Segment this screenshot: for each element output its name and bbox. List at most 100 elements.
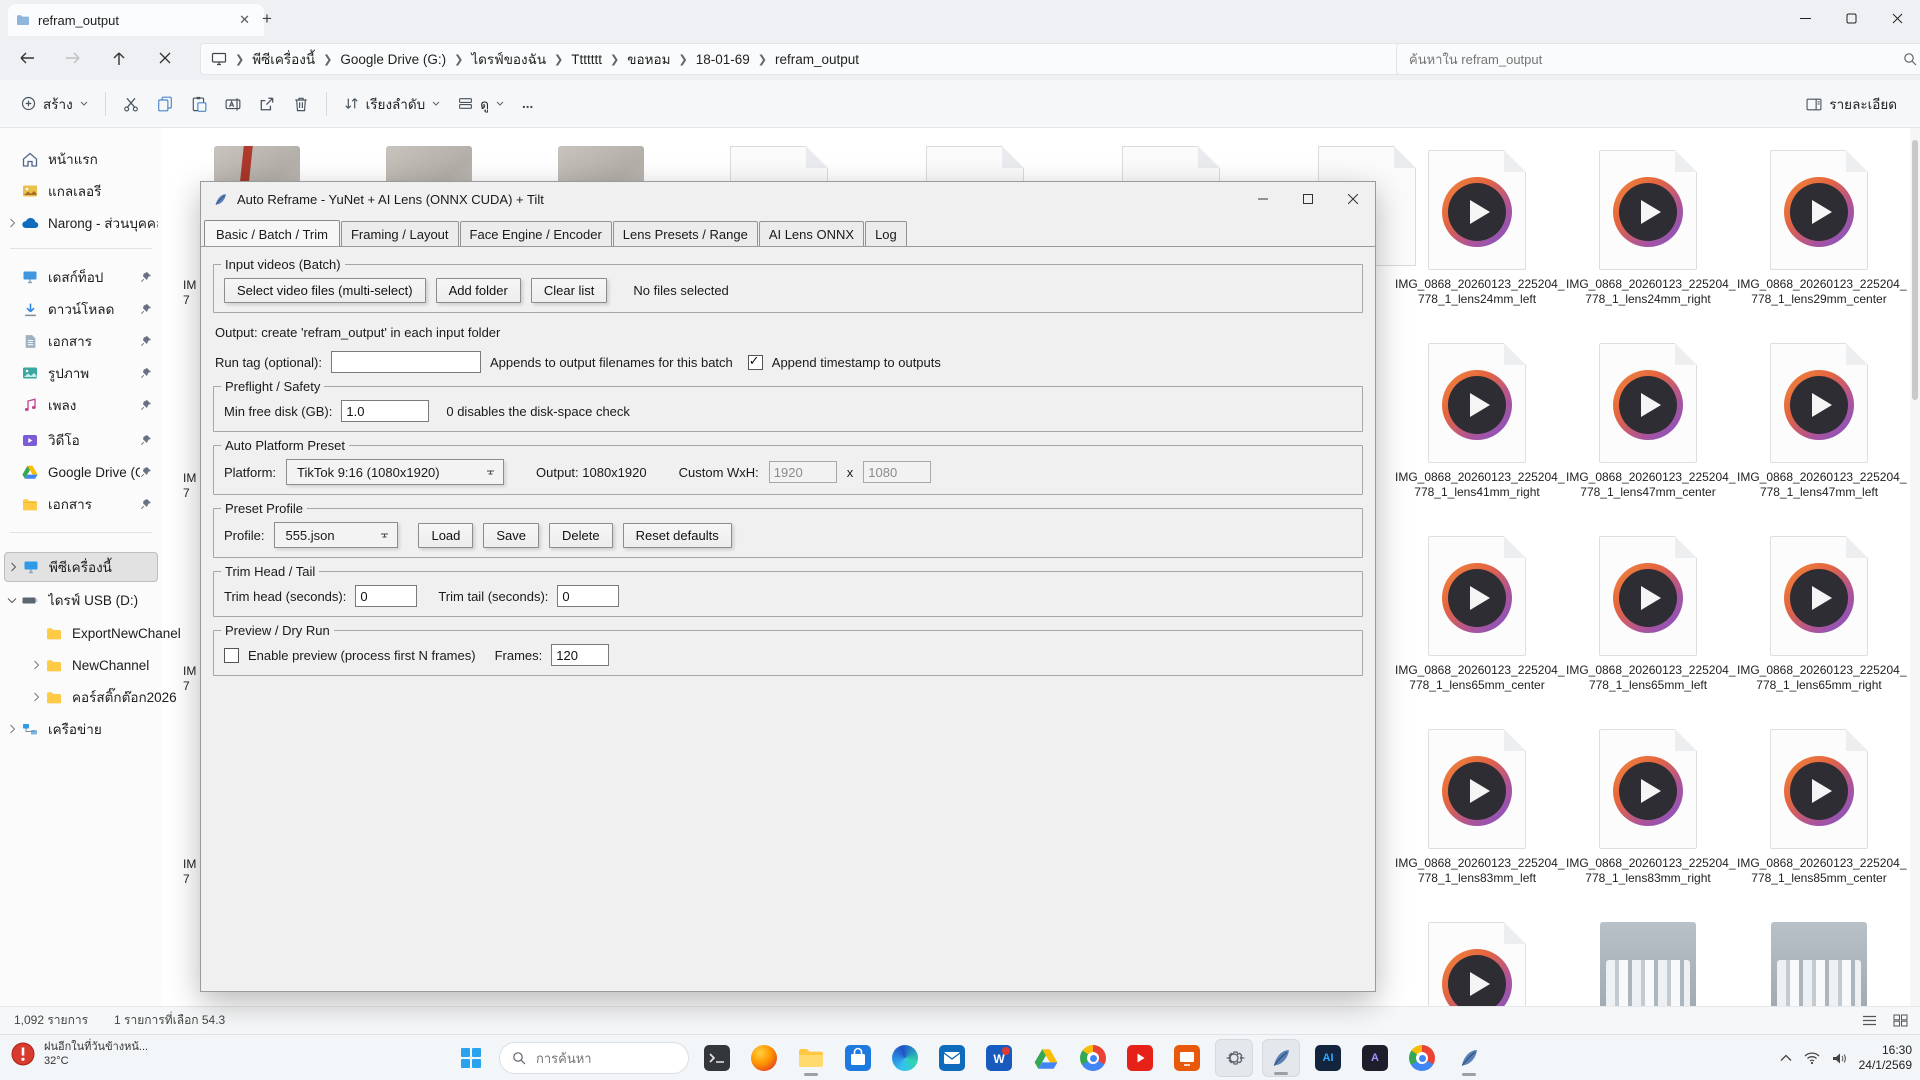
back-button[interactable]	[10, 43, 44, 73]
tab-basic-batch-trim[interactable]: Basic / Batch / Trim	[204, 220, 340, 247]
breadcrumb-item[interactable]: Google Drive (G:)	[334, 50, 452, 69]
dialog-minimize-button[interactable]	[1240, 182, 1285, 216]
taskbar-app-outlook[interactable]	[933, 1039, 971, 1077]
paste-button[interactable]	[182, 89, 216, 119]
explorer-search[interactable]	[1396, 43, 1920, 75]
new-tab-button[interactable]: +	[262, 10, 272, 27]
share-button[interactable]	[250, 89, 284, 119]
file-item[interactable]: IMG_0868_20260123_225204_778_1_lens65mm_…	[1395, 536, 1559, 693]
file-item[interactable]: IMG_0868_20260123_225204_778_1_lens24mm_…	[1395, 150, 1559, 307]
taskbar-app-python-tk-2[interactable]	[1450, 1039, 1488, 1077]
rename-button[interactable]	[216, 89, 250, 119]
taskbar-app-ai[interactable]: AI	[1309, 1039, 1347, 1077]
taskbar-app-chrome-profile[interactable]	[1403, 1039, 1441, 1077]
copy-button[interactable]	[148, 89, 182, 119]
file-item[interactable]: IMG_0868_20260123_225204_778_1_lens41mm_…	[1395, 343, 1559, 500]
taskbar-app-powerpoint[interactable]	[1168, 1039, 1206, 1077]
clear-list-button[interactable]: Clear list	[531, 278, 608, 303]
taskbar-search[interactable]	[499, 1042, 689, 1074]
select-video-files-button[interactable]: Select video files (multi-select)	[224, 278, 426, 303]
sidebar-item-usb-drive[interactable]: ไดรฟ์ USB (D:)	[4, 585, 158, 615]
sidebar-item-network[interactable]: เครือข่าย	[4, 714, 158, 744]
expand-chevron-icon[interactable]	[4, 218, 20, 228]
stop-refresh-button[interactable]	[148, 43, 182, 73]
view-button[interactable]: ดู	[449, 86, 513, 122]
volume-icon[interactable]	[1832, 1052, 1847, 1065]
details-pane-button[interactable]: รายละเอียด	[1797, 86, 1906, 122]
taskbar-app-python-tk[interactable]	[1262, 1039, 1300, 1077]
breadcrumb-item-current[interactable]: refram_output	[769, 50, 865, 69]
details-view-icon[interactable]	[1862, 1014, 1877, 1027]
window-minimize-button[interactable]	[1782, 0, 1828, 36]
save-button[interactable]: Save	[483, 523, 539, 548]
cut-button[interactable]	[114, 89, 148, 119]
up-button[interactable]	[102, 43, 136, 73]
taskbar-app-terminal[interactable]	[698, 1039, 736, 1077]
sidebar-item-google-drive[interactable]: Google Drive (G:)	[4, 457, 158, 487]
breadcrumb-item[interactable]: ไดรฟ์ของฉัน	[465, 46, 552, 72]
file-item[interactable]: IMG_0868_20260123_225204_778_1_lens24mm_…	[1566, 150, 1730, 307]
taskbar-app-chrome[interactable]	[1074, 1039, 1112, 1077]
sidebar-item-videos[interactable]: วิดีโอ	[4, 425, 158, 455]
profile-combobox[interactable]: 555.json	[274, 522, 398, 548]
window-close-button[interactable]	[1874, 0, 1920, 36]
delete-button[interactable]: Delete	[549, 523, 613, 548]
dialog-maximize-button[interactable]	[1285, 182, 1330, 216]
taskbar-clock[interactable]: 16:30 24/1/2569	[1859, 1043, 1912, 1073]
large-icons-view-icon[interactable]	[1893, 1014, 1908, 1027]
taskbar-app-file-explorer[interactable]	[792, 1039, 830, 1077]
breadcrumb-item[interactable]: Ttttttt	[565, 50, 608, 69]
vertical-scrollbar[interactable]	[1910, 128, 1920, 1006]
expand-chevron-icon[interactable]	[28, 692, 44, 702]
sidebar-item-downloads[interactable]: ดาวน์โหลด	[4, 294, 158, 324]
file-item[interactable]: IMG_0868_20260123_225204_778_1_lens47mm_…	[1566, 343, 1730, 500]
tab-log[interactable]: Log	[865, 221, 907, 246]
breadcrumb-item[interactable]: ขอหอม	[621, 46, 676, 72]
breadcrumb-item[interactable]: พีซีเครื่องนี้	[246, 46, 321, 72]
append-timestamp-checkbox[interactable]	[748, 355, 763, 370]
weather-widget[interactable]: ฝนอีกในที่วันข้างหน้... 32°C	[10, 1040, 148, 1068]
sidebar-item-this-pc[interactable]: พีซีเครื่องนี้	[4, 552, 158, 582]
sidebar-item-documents-folder[interactable]: เอกสาร	[4, 489, 158, 519]
window-maximize-button[interactable]	[1828, 0, 1874, 36]
sidebar-item-newchannel[interactable]: NewChannel	[4, 650, 182, 680]
tab-close-icon[interactable]: ✕	[233, 12, 256, 28]
expand-chevron-icon[interactable]	[4, 724, 20, 734]
expand-chevron-icon[interactable]	[28, 660, 44, 670]
file-item[interactable]: IMG_0868_20260123_225204_778_1_lens29mm_…	[1737, 150, 1901, 307]
sidebar-item-home[interactable]: หน้าแรก	[4, 144, 158, 174]
frames-input[interactable]	[551, 644, 609, 666]
dialog-titlebar[interactable]: Auto Reframe - YuNet + AI Lens (ONNX CUD…	[201, 182, 1375, 216]
sidebar-item-documents[interactable]: เอกสาร	[4, 326, 158, 356]
tab-lens-presets-range[interactable]: Lens Presets / Range	[613, 221, 758, 246]
new-button[interactable]: สร้าง	[12, 86, 97, 122]
add-folder-button[interactable]: Add folder	[436, 278, 521, 303]
taskbar-app-edge[interactable]	[886, 1039, 924, 1077]
taskbar-app-firefox[interactable]	[745, 1039, 783, 1077]
taskbar-search-input[interactable]	[534, 1050, 714, 1067]
taskbar-app-photoshop[interactable]: A	[1356, 1039, 1394, 1077]
sidebar-item-exportnewchanel[interactable]: ExportNewChanel	[4, 618, 182, 648]
wifi-icon[interactable]	[1804, 1052, 1820, 1064]
file-item[interactable]: IMG_0868_20260123_225204_778_1_lens83mm_…	[1395, 729, 1559, 886]
taskbar-app-youtube[interactable]	[1121, 1039, 1159, 1077]
breadcrumb-item[interactable]: 18-01-69	[690, 50, 756, 69]
tab-framing-layout[interactable]: Framing / Layout	[341, 221, 459, 246]
taskbar-app-store[interactable]	[839, 1039, 877, 1077]
delete-button[interactable]	[284, 89, 318, 119]
expand-chevron-icon[interactable]	[5, 562, 21, 572]
file-item[interactable]: IMG_0868_20260123_225204_778_1_lens65mm_…	[1737, 536, 1901, 693]
file-item[interactable]: IMG_0868_20260123_225204_778_1_lens47mm_…	[1737, 343, 1901, 500]
collapse-chevron-icon[interactable]	[4, 597, 20, 604]
reset-defaults-button[interactable]: Reset defaults	[623, 523, 732, 548]
sidebar-item-tiktok-course-2026[interactable]: คอร์สติ๊กต๊อก2026	[4, 682, 182, 712]
load-button[interactable]: Load	[418, 523, 473, 548]
trim-head-input[interactable]	[355, 585, 417, 607]
file-item[interactable]: IMG_0868_20260123_225204_778_1_lens65mm_…	[1566, 536, 1730, 693]
sidebar-item-pictures[interactable]: รูปภาพ	[4, 358, 158, 388]
file-item[interactable]: IMG_0868_20260123_225204_778_1_lens85mm_…	[1737, 729, 1901, 886]
more-options-button[interactable]: ...	[513, 89, 542, 118]
trim-tail-input[interactable]	[557, 585, 619, 607]
sidebar-item-desktop[interactable]: เดสก์ท็อป	[4, 262, 158, 292]
file-item[interactable]: IMG_0868_20260123_225204_778_1_lens83mm_…	[1566, 729, 1730, 886]
